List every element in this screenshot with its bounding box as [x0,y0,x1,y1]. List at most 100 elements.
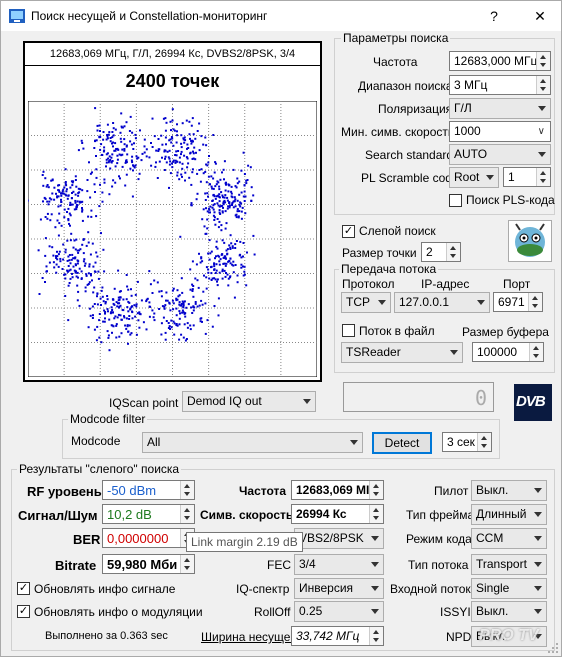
constellation-point [77,187,80,190]
constellation-point [76,262,79,265]
bitrate-spinner[interactable] [180,555,194,573]
constellation-point [221,239,224,242]
constellation-point [148,156,151,159]
constellation-point [208,277,211,280]
input-stream-label: Входной поток [390,582,471,596]
range-spinner[interactable] [536,76,550,94]
constellation-point [210,185,213,188]
constellation-point [184,315,187,318]
constellation-point [231,245,234,248]
constellation-point [163,169,166,171]
result-freq-spinner[interactable] [369,481,383,499]
constellation-point [158,160,161,163]
stream-type-combo[interactable]: Transport [471,554,547,575]
pls-code-input[interactable]: 1 [503,167,551,187]
iq-combo[interactable]: Demod IQ out [182,391,316,412]
iqspec-combo[interactable]: Инверсия [294,578,384,599]
update-modulation-checkbox[interactable]: ✓ [17,605,30,618]
frame-combo[interactable]: Длинный [471,504,547,525]
blind-search-checkbox[interactable]: ✓ [342,225,355,238]
constellation-point [195,198,198,201]
constellation-point [76,200,79,203]
bw-label[interactable]: Ширина несущей [201,630,297,644]
constellation-point [226,199,229,202]
time-input[interactable]: 3 сек [442,432,492,452]
bw-spinner[interactable] [369,627,383,645]
input-stream-value: Single [476,581,510,595]
input-stream-combo[interactable]: Single [471,578,547,599]
ip-combo[interactable]: 127.0.0.1 [394,292,490,313]
constellation-point [120,140,123,143]
update-signal-checkbox[interactable]: ✓ [17,582,30,595]
modulation-combo[interactable]: VBS2/8PSK [294,528,384,549]
constellation-point [81,142,84,144]
constellation-point [239,201,242,204]
pls-spinner[interactable] [536,168,550,186]
constellation-point [227,205,230,208]
constellation-point [58,222,61,225]
detect-button[interactable]: Detect [372,432,432,454]
point-size-input[interactable]: 2 [421,242,461,262]
constellation-point [121,153,124,156]
constellation-point [57,253,60,256]
rolloff-combo[interactable]: 0.25 [294,601,384,622]
constellation-point [223,269,226,272]
snr-spinner[interactable] [180,505,194,523]
constellation-point [224,227,227,230]
constellation-point [199,261,202,264]
resize-grip-icon[interactable] [547,642,559,654]
pls-search-checkbox[interactable] [449,194,462,207]
rf-spinner[interactable] [180,481,194,499]
help-button[interactable]: ? [480,5,508,27]
pol-combo[interactable]: Г/Л [449,98,551,119]
port-spinner[interactable] [528,293,542,311]
issyi-combo[interactable]: Выкл. [471,601,547,622]
rf-field: -50 dBm [102,480,195,500]
constellation-point [160,322,163,325]
code-combo[interactable]: CCM [471,528,547,549]
buffer-input[interactable]: 100000 [472,342,544,362]
constellation-point [107,310,109,313]
constellation-point [172,302,175,305]
constellation-point [206,218,209,221]
constellation-point [107,334,110,337]
freq-spinner[interactable] [536,52,550,70]
point-size-spinner[interactable] [446,243,460,261]
standard-combo[interactable]: AUTO [449,144,551,165]
constellation-point [52,254,55,257]
pls-mode-combo[interactable]: Root [449,167,499,188]
constellation-point [178,323,181,326]
constellation-point [72,190,75,193]
time-spinner[interactable] [477,433,491,451]
fec-combo[interactable]: 3/4 [294,554,384,575]
modcode-combo[interactable]: All [142,432,363,453]
constellation-point [112,298,115,301]
minsr-combo[interactable]: 1000 ∨ [449,121,551,142]
constellation-point [218,188,221,191]
constellation-point [205,287,208,290]
constellation-point [89,253,92,256]
protocol-combo[interactable]: TCP [341,292,391,313]
constellation-point [150,142,152,144]
buffer-spinner[interactable] [529,343,543,361]
port-input[interactable]: 6971 [493,292,543,312]
constellation-point [164,331,167,334]
pilot-combo[interactable]: Выкл. [471,480,547,501]
constellation-point [74,175,77,178]
constellation-point [63,273,66,276]
constellation-point [168,301,171,304]
constellation-point [104,312,106,315]
constellation-point [183,323,186,326]
constellation-point [72,265,75,268]
close-button[interactable]: ✕ [526,5,554,27]
mascot-icon[interactable] [508,220,552,262]
freq-input[interactable]: 12683,000 МГц [449,51,551,71]
snr-field: 10,2 dB [102,504,195,524]
constellation-point [213,305,216,307]
constellation-point [236,274,239,277]
sr-spinner[interactable] [369,505,383,523]
range-input[interactable]: 3 МГц [449,75,551,95]
file-checkbox[interactable] [342,324,355,337]
constellation-point [221,210,224,213]
reader-combo[interactable]: TSReader [341,342,463,363]
